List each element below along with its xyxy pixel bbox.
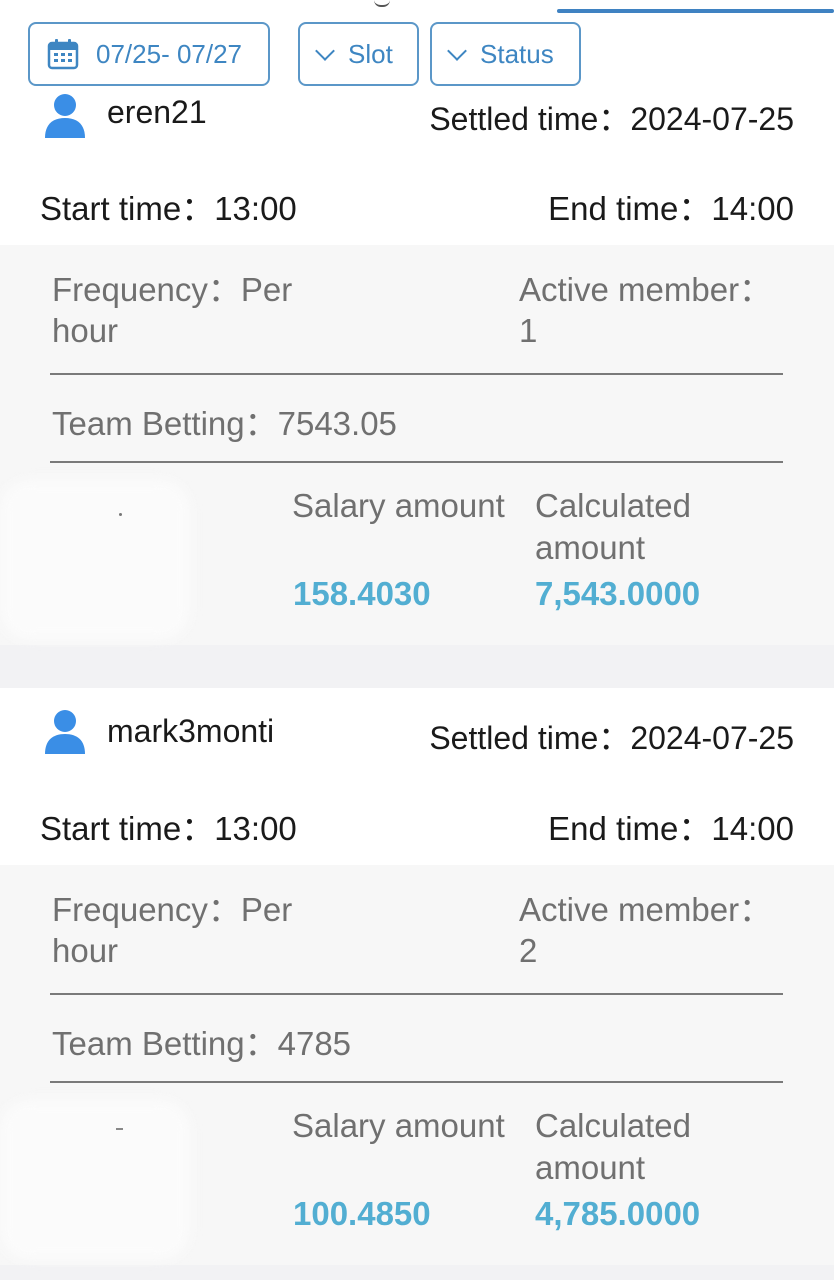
- divider: [50, 993, 783, 995]
- calculated-amount-value: 7,543.0000: [535, 575, 701, 612]
- frequency: Frequency：Per hour: [52, 269, 342, 351]
- date-range-filter[interactable]: 07/25- 07/27: [28, 22, 270, 86]
- calendar-icon: [47, 39, 79, 70]
- username: eren21: [107, 94, 207, 130]
- redacted-area: [0, 480, 190, 640]
- active-member-value: 2: [519, 932, 538, 969]
- divider: [50, 461, 783, 463]
- tab-strip: [0, 0, 834, 15]
- record-details: Frequency：Per hour Active member： 2 Team …: [0, 865, 834, 1265]
- settled-time: Settled time：2024-07-25: [429, 94, 794, 140]
- status-filter-label: Status: [480, 38, 554, 69]
- active-member: Active member： 2: [519, 889, 779, 971]
- settled-time: Settled time：2024-07-25: [429, 713, 794, 759]
- start-time: Start time：13:00: [40, 182, 297, 230]
- salary-amount-value: 158.4030: [293, 575, 431, 612]
- frequency: Frequency：Per hour: [52, 889, 342, 971]
- settled-time-value: 2024-07-25: [630, 101, 794, 137]
- filter-bar: 07/25- 07/27 Slot Status: [0, 14, 834, 101]
- active-member-label: Active member：: [519, 271, 773, 308]
- redacted-mark: [119, 513, 122, 516]
- team-betting-label: Team Betting：: [52, 405, 278, 442]
- team-betting: Team Betting：4785: [52, 1017, 351, 1065]
- date-range-label: 07/25- 07/27: [96, 38, 243, 69]
- record-card[interactable]: eren21 Settled time：2024-07-25 Start tim…: [0, 94, 834, 645]
- salary-amount-label: Salary amount: [292, 487, 505, 524]
- user-icon: [45, 710, 85, 754]
- team-betting-value: 7543.05: [277, 405, 397, 442]
- divider: [50, 1081, 783, 1083]
- end-time-label: End time：: [548, 190, 712, 227]
- end-time-value: 14:00: [711, 810, 794, 847]
- start-time-value: 13:00: [214, 810, 297, 847]
- redacted-mark: [116, 1128, 123, 1130]
- frequency-label: Frequency：: [52, 891, 241, 928]
- status-filter-button[interactable]: Status: [430, 22, 581, 86]
- salary-amount-value: 100.4850: [293, 1195, 431, 1232]
- slot-filter-button[interactable]: Slot: [298, 22, 419, 86]
- active-member-value: 1: [519, 312, 538, 349]
- chevron-down-icon: [447, 41, 467, 61]
- tab-label-fragment: [374, 0, 390, 7]
- end-time: End time：14:00: [548, 802, 794, 850]
- calculated-amount-label: Calculated amount: [535, 1107, 691, 1186]
- team-betting-value: 4785: [277, 1025, 352, 1062]
- settled-time-label: Settled time：: [429, 101, 631, 137]
- record-details: Frequency：Per hour Active member： 1 Team …: [0, 245, 834, 645]
- start-time-label: Start time：: [40, 190, 215, 227]
- team-betting: Team Betting：7543.05: [52, 397, 397, 445]
- active-member: Active member： 1: [519, 269, 779, 351]
- divider: [50, 373, 783, 375]
- settled-time-label: Settled time：: [429, 720, 631, 756]
- settled-time-value: 2024-07-25: [630, 720, 794, 756]
- end-time-label: End time：: [548, 810, 712, 847]
- active-tab-indicator: [557, 9, 834, 13]
- start-time: Start time：13:00: [40, 802, 297, 850]
- end-time: End time：14:00: [548, 182, 794, 230]
- user-icon: [45, 94, 85, 138]
- start-time-label: Start time：: [40, 810, 215, 847]
- calculated-amount-value: 4,785.0000: [535, 1195, 701, 1232]
- active-member-label: Active member：: [519, 891, 773, 928]
- start-time-value: 13:00: [214, 190, 297, 227]
- calculated-amount-label: Calculated amount: [535, 487, 691, 566]
- redacted-area: [0, 1100, 190, 1260]
- end-time-value: 14:00: [711, 190, 794, 227]
- chevron-down-icon: [315, 41, 335, 61]
- slot-filter-label: Slot: [348, 38, 393, 69]
- salary-amount-label: Salary amount: [292, 1107, 505, 1144]
- team-betting-label: Team Betting：: [52, 1025, 278, 1062]
- frequency-label: Frequency：: [52, 271, 241, 308]
- username: mark3monti: [107, 713, 275, 749]
- record-card[interactable]: mark3monti Settled time：2024-07-25 Start…: [0, 688, 834, 1265]
